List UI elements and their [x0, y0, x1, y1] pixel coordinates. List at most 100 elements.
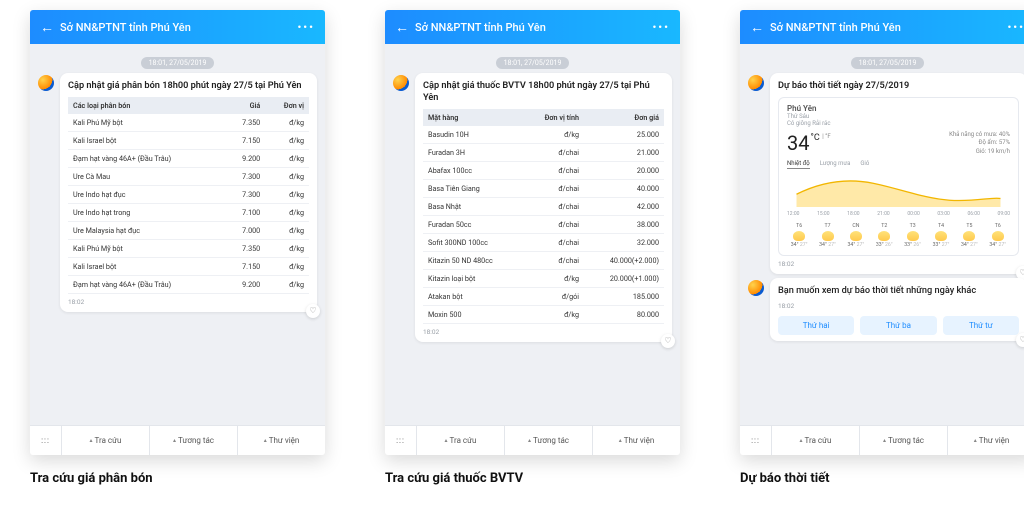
more-icon[interactable]: •••	[297, 21, 315, 34]
quick-reply-chip[interactable]: Thứ ba	[860, 316, 936, 335]
phone-screen-1: ← Sở NN&PTNT tỉnh Phú Yên ••• 18:01, 27/…	[30, 10, 325, 455]
weather-icon	[878, 231, 890, 241]
weather-temp: 34°C | °F	[787, 131, 831, 155]
table-row: Ure Indo hạt trong7.100đ/kg	[68, 203, 309, 221]
phone-screen-2: ← Sở NN&PTNT tỉnh Phú Yên ••• 18:01, 27/…	[385, 10, 680, 455]
message-time: 18:02	[68, 298, 309, 306]
avatar	[38, 75, 54, 91]
table-row: Kali Israel bột7.150đ/kg	[68, 131, 309, 149]
message-time: 18:02	[423, 328, 664, 336]
panel-caption: Dự báo thời tiết	[740, 471, 1024, 486]
forecast-day: CN34° 27°	[844, 223, 868, 249]
react-icon[interactable]: ♡	[306, 304, 320, 318]
avatar	[748, 280, 764, 296]
date-divider: 18:01, 27/05/2019	[748, 50, 1024, 69]
message-weather: Dự báo thời tiết ngày 27/5/2019 Phú Yên …	[748, 73, 1024, 274]
back-icon[interactable]: ←	[40, 19, 54, 36]
weather-icon	[935, 231, 947, 241]
more-icon[interactable]: •••	[652, 21, 670, 34]
table-row: Basa Tiên Giangđ/chai40.000	[423, 179, 664, 197]
bottom-bar: ::: ▴Tra cứu ▴Tương tác ▴Thư viện	[30, 425, 325, 455]
table-row: Kitazin loại bộtđ/kg20.000(+1.000)	[423, 269, 664, 287]
table-row: Basa Nhậtđ/chai42.000	[423, 197, 664, 215]
weather-hour-axis: 12:0015:0018:0021:0000:0003:0006:0009:00	[787, 211, 1010, 217]
tab-tracuu[interactable]: ▴Tra cứu	[417, 426, 505, 455]
tab-tracuu[interactable]: ▴Tra cứu	[62, 426, 150, 455]
forecast-day: T333° 26°	[901, 223, 925, 249]
forecast-day: T634° 27°	[986, 223, 1010, 249]
tab-tracuu[interactable]: ▴Tra cứu	[772, 426, 860, 455]
date-divider: 18:01, 27/05/2019	[38, 50, 317, 69]
table-row: Kali Phú Mỹ bột7.350đ/kg	[68, 114, 309, 132]
weather-card: Phú Yên Thứ SáuCó giông Rải rác 34°C | °…	[778, 97, 1019, 256]
message-followup: Bạn muốn xem dự báo thời tiết những ngày…	[748, 278, 1024, 341]
price-card: Cập nhật giá phân bón 18h00 phút ngày 27…	[60, 73, 317, 312]
quick-reply-chip[interactable]: Thứ hai	[778, 316, 854, 335]
table-row: Kali Israel bột7.150đ/kg	[68, 257, 309, 275]
table-row: Đạm hạt vàng 46A+ (Đầu Trâu)9.200đ/kg	[68, 149, 309, 167]
tab-tuongtac[interactable]: ▴Tương tác	[150, 426, 238, 455]
tab-tuongtac[interactable]: ▴Tương tác	[505, 426, 593, 455]
tab-thuvien[interactable]: ▴Thư viện	[238, 426, 325, 455]
weather-icon	[850, 231, 862, 241]
keyboard-icon[interactable]: :::	[385, 426, 417, 455]
quick-reply-chip[interactable]: Thứ tư	[943, 316, 1019, 335]
weather-meta: Khả năng có mưa: 40% Độ ẩm: 57% Gió: 19 …	[949, 131, 1010, 156]
keyboard-icon[interactable]: :::	[30, 426, 62, 455]
date-divider: 18:01, 27/05/2019	[393, 50, 672, 69]
forecast-day: T634° 27°	[787, 223, 811, 249]
price-card: Cập nhật giá thuốc BVTV 18h00 phút ngày …	[415, 73, 672, 342]
more-icon[interactable]: •••	[1007, 21, 1024, 34]
quick-reply-row: Thứ hai Thứ ba Thứ tư	[778, 316, 1019, 335]
avatar	[748, 75, 764, 91]
panel-caption: Tra cứu giá phân bón	[30, 471, 325, 486]
table-row: Kali Phú Mỹ bột7.350đ/kg	[68, 239, 309, 257]
weather-icon	[793, 231, 805, 241]
keyboard-icon[interactable]: :::	[740, 426, 772, 455]
table-row: Ure Indo hạt đục7.300đ/kg	[68, 185, 309, 203]
weather-icon	[822, 231, 834, 241]
message-time: 18:02	[778, 260, 1019, 268]
table-row: Atakan bộtđ/gói185.000	[423, 287, 664, 305]
message: Cập nhật giá thuốc BVTV 18h00 phút ngày …	[393, 73, 672, 342]
pesticide-price-table: Mặt hàng Đơn vị tính Đơn giá Basudin 10H…	[423, 109, 664, 324]
fertilizer-price-table: Các loại phân bón Giá Đơn vị Kali Phú Mỹ…	[68, 97, 309, 294]
back-icon[interactable]: ←	[750, 19, 764, 36]
header-title: Sở NN&PTNT tỉnh Phú Yên	[415, 21, 652, 34]
bottom-bar: ::: ▴Tra cứu ▴Tương tác ▴Thư viện	[740, 425, 1024, 455]
message-time: 18:02	[778, 302, 1019, 310]
weather-icon	[907, 231, 919, 241]
followup-text: Bạn muốn xem dự báo thời tiết những ngày…	[778, 285, 1019, 297]
table-row: Kitazin 50 ND 480ccđ/chai40.000(+2.000)	[423, 251, 664, 269]
card-title: Cập nhật giá phân bón 18h00 phút ngày 27…	[68, 80, 309, 92]
weather-temp-chart-icon	[787, 173, 1010, 207]
followup-bubble: Bạn muốn xem dự báo thời tiết những ngày…	[770, 278, 1024, 341]
forecast-day: T233° 26°	[872, 223, 896, 249]
table-row: Đạm hạt vàng 46A+ (Đầu Trâu)9.200đ/kg	[68, 275, 309, 293]
tab-tuongtac[interactable]: ▴Tương tác	[860, 426, 948, 455]
bottom-bar: ::: ▴Tra cứu ▴Tương tác ▴Thư viện	[385, 425, 680, 455]
tab-thuvien[interactable]: ▴Thư viện	[593, 426, 680, 455]
react-icon[interactable]: ♡	[661, 334, 675, 348]
table-row: Basudin 10Hđ/kg25.000	[423, 126, 664, 144]
forecast-day: T734° 27°	[815, 223, 839, 249]
react-icon[interactable]: ♡	[1016, 333, 1024, 347]
tab-thuvien[interactable]: ▴Thư viện	[948, 426, 1024, 455]
table-row: Ure Malaysia hạt đục7.000đ/kg	[68, 221, 309, 239]
table-row: Abafax 100ccđ/chai20.000	[423, 161, 664, 179]
weather-card-bubble: Dự báo thời tiết ngày 27/5/2019 Phú Yên …	[770, 73, 1024, 274]
card-title: Cập nhật giá thuốc BVTV 18h00 phút ngày …	[423, 80, 664, 104]
table-row: Ure Cà Mau7.300đ/kg	[68, 167, 309, 185]
forecast-day: T534° 27°	[957, 223, 981, 249]
back-icon[interactable]: ←	[395, 19, 409, 36]
chat-header: ← Sở NN&PTNT tỉnh Phú Yên •••	[385, 10, 680, 44]
table-row: Furadan 50ccđ/chai38.000	[423, 215, 664, 233]
card-title: Dự báo thời tiết ngày 27/5/2019	[778, 80, 1019, 92]
header-title: Sở NN&PTNT tỉnh Phú Yên	[60, 21, 297, 34]
panel-caption: Tra cứu giá thuốc BVTV	[385, 471, 680, 486]
weather-icon	[963, 231, 975, 241]
table-row: Furadan 3Hđ/chai21.000	[423, 143, 664, 161]
message: Cập nhật giá phân bón 18h00 phút ngày 27…	[38, 73, 317, 312]
table-row: Moxin 500đ/kg80.000	[423, 305, 664, 323]
chat-header: ← Sở NN&PTNT tỉnh Phú Yên •••	[740, 10, 1024, 44]
